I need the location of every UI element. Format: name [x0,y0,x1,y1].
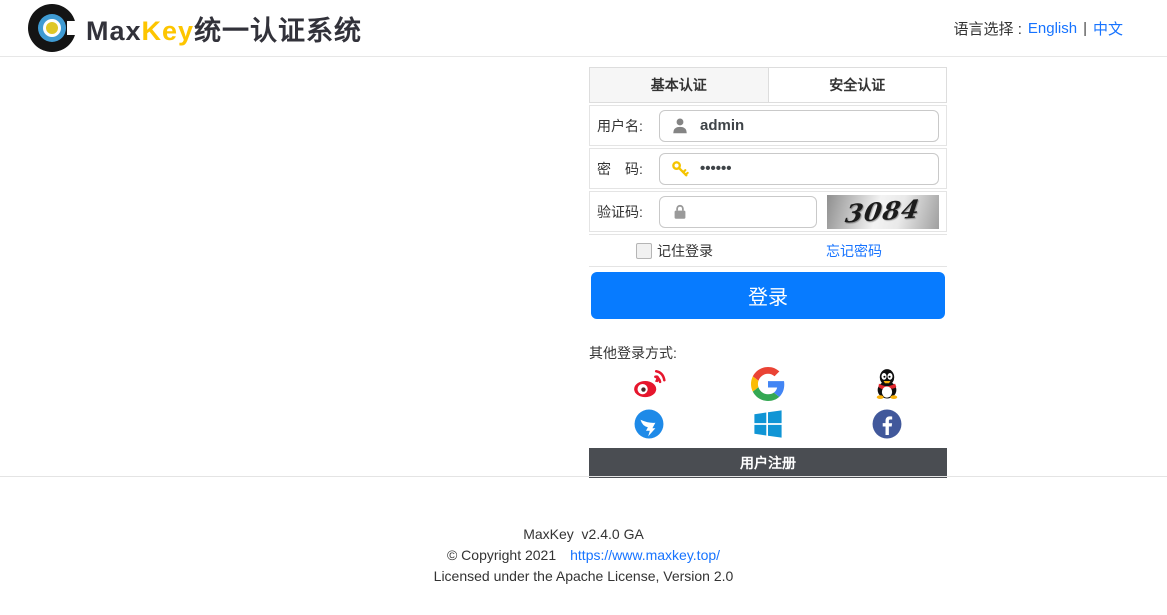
weibo-login-button[interactable] [632,367,666,401]
footer-copyright-line: © Copyright 2021 https://www.maxkey.top/ [0,545,1167,566]
remember-checkbox[interactable] [636,243,652,259]
tab-secure-auth[interactable]: 安全认证 [769,68,947,102]
brand-max: Max [86,16,142,46]
footer-license: Licensed under the Apache License, Versi… [0,566,1167,587]
username-input[interactable]: admin [659,110,939,142]
tab-basic-auth[interactable]: 基本认证 [590,68,769,102]
password-label: 密 码: [597,159,659,179]
captcha-image[interactable]: 3084 [827,195,939,229]
social-login-grid [589,367,947,441]
brand-suffix: 统一认证系统 [194,16,362,46]
language-english-link[interactable]: English [1028,20,1077,37]
qq-login-button[interactable] [870,367,904,401]
language-separator: | [1083,20,1087,37]
footer-maxkey-link[interactable]: https://www.maxkey.top/ [570,547,720,563]
footer-copyright: © Copyright 2021 [447,547,556,563]
captcha-input[interactable] [659,196,817,228]
weibo-icon [632,367,666,401]
brand-key: Key [142,16,195,46]
password-value: •••••• [700,160,732,177]
username-label: 用户名: [597,116,659,136]
google-icon [751,367,785,401]
other-methods-label: 其他登录方式: [589,343,947,363]
dingtalk-login-button[interactable] [632,407,666,441]
maxkey-logo-icon [28,4,76,52]
options-row: 记住登录 忘记密码 [589,234,947,267]
dingtalk-icon [632,407,666,441]
language-chinese-link[interactable]: 中文 [1093,18,1123,39]
user-icon [671,117,689,135]
password-input[interactable]: •••••• [659,153,939,185]
google-login-button[interactable] [751,367,785,401]
windows-icon [751,407,785,441]
facebook-icon [870,407,904,441]
lock-icon [671,203,689,221]
facebook-login-button[interactable] [870,407,904,441]
auth-tabs: 基本认证 安全认证 [589,67,947,103]
forgot-password-link[interactable]: 忘记密码 [826,241,882,261]
key-icon [671,160,689,178]
username-value: admin [700,117,744,134]
footer-version: MaxKey v2.4.0 GA [0,524,1167,545]
page-title: MaxKey统一认证系统 [86,9,362,48]
qq-icon [870,367,904,401]
remember-label: 记住登录 [657,241,713,261]
page: MaxKey统一认证系统 语言选择 : English | 中文 基本认证 安全… [0,0,1167,615]
login-button[interactable]: 登录 [591,272,945,319]
captcha-row: 验证码: 3084 [589,191,947,232]
language-selector: 语言选择 : English | 中文 [954,18,1123,39]
captcha-label: 验证码: [597,202,659,222]
windows-login-button[interactable] [751,407,785,441]
language-label: 语言选择 : [954,18,1022,39]
captcha-code: 3084 [844,194,923,228]
footer: MaxKey v2.4.0 GA © Copyright 2021 https:/… [0,524,1167,587]
brand: MaxKey统一认证系统 [28,4,362,52]
footer-divider [0,476,1167,477]
username-row: 用户名: admin [589,105,947,146]
login-panel: 基本认证 安全认证 用户名: admin 密 码: •••••• [589,67,947,478]
register-button[interactable]: 用户注册 [589,448,947,478]
password-row: 密 码: •••••• [589,148,947,189]
header: MaxKey统一认证系统 语言选择 : English | 中文 [0,0,1167,57]
